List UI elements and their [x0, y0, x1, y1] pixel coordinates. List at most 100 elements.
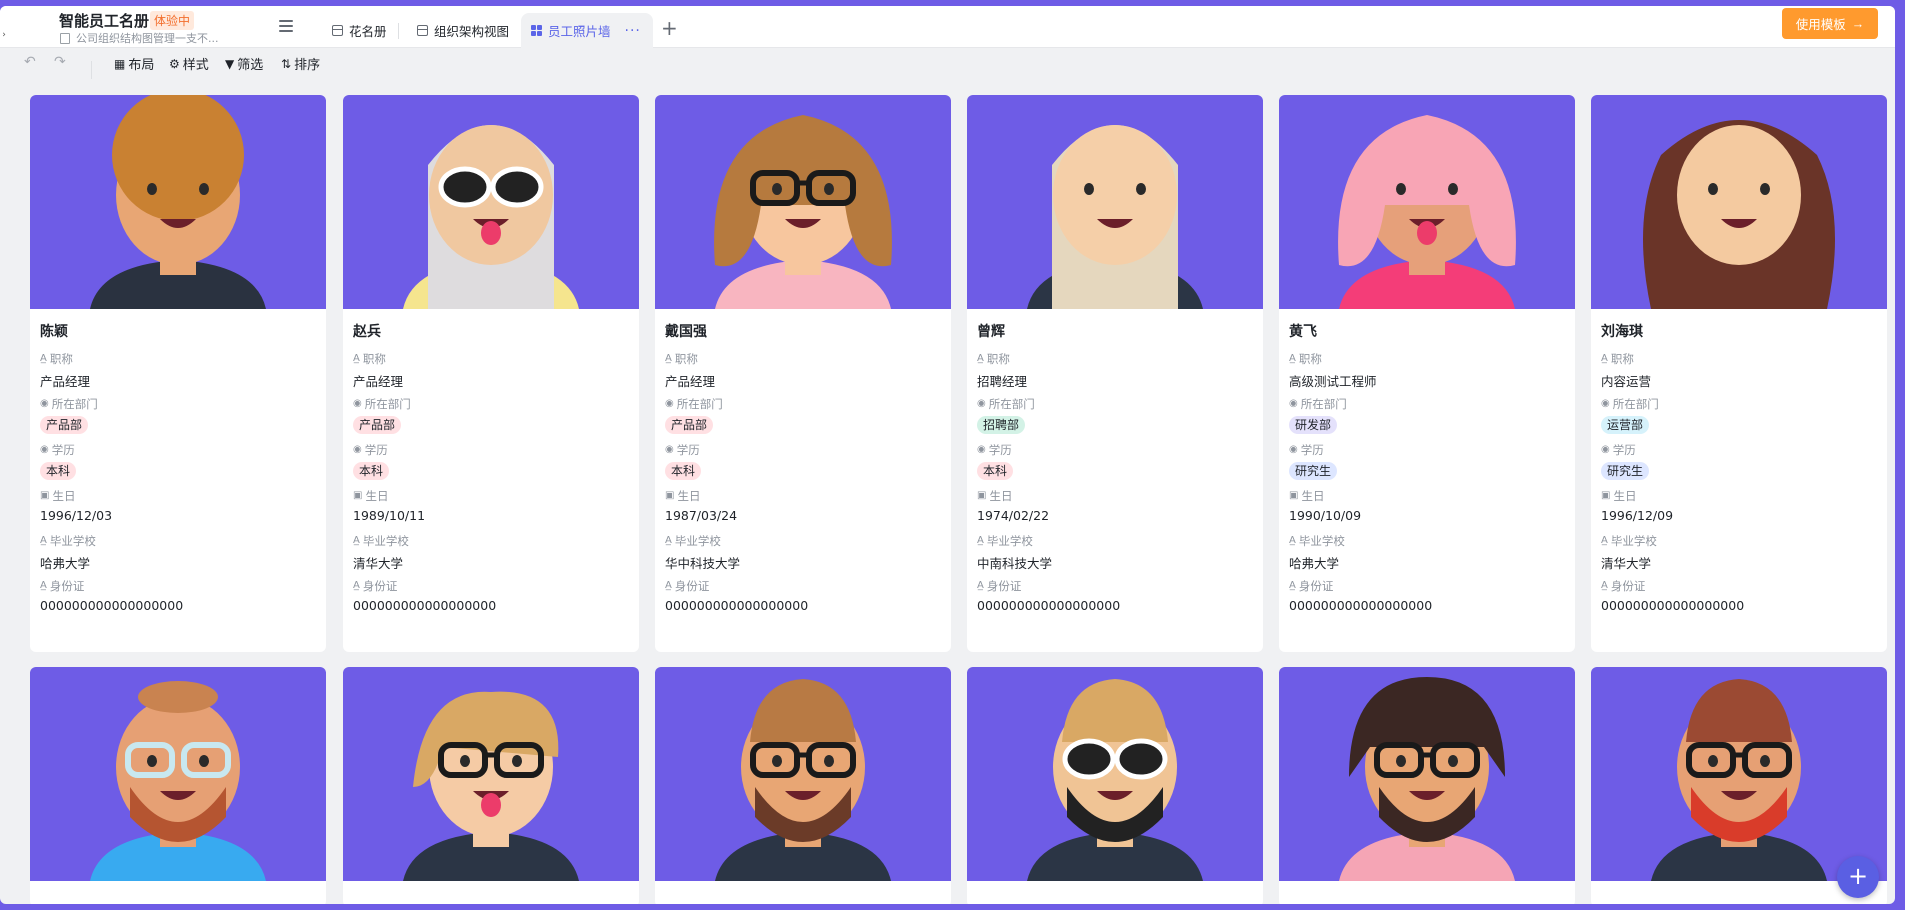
text-field-icon: A̲ [1289, 353, 1296, 364]
grid-view-icon [417, 25, 428, 36]
job-title-value: 高级测试工程师 [1289, 374, 1377, 389]
text-field-icon: A̲ [40, 353, 47, 364]
employee-card[interactable]: 陈颖 A̲ 职称 产品经理 ◉ 所在部门 产品部 ◉ 学历 本科 ▣ 生日 1996/1… [30, 95, 326, 652]
employee-name: 赵兵 [353, 324, 381, 340]
avatar [30, 95, 326, 309]
employee-card[interactable] [343, 667, 639, 904]
field-label-edu: ◉ 学历 [1601, 442, 1636, 457]
field-label-edu: ◉ 学历 [665, 442, 700, 457]
avatar [1591, 667, 1887, 881]
tab-divider [398, 23, 399, 39]
select-field-icon: ◉ [1601, 444, 1610, 455]
avatar [30, 667, 326, 881]
job-title-value: 产品经理 [665, 374, 716, 389]
employee-card[interactable]: 曾辉 A̲ 职称 招聘经理 ◉ 所在部门 招聘部 ◉ 学历 本科 ▣ 生日 1974/0… [967, 95, 1263, 652]
school-value: 华中科技大学 [665, 556, 741, 571]
avatar [967, 95, 1263, 309]
school-value: 哈弗大学 [1289, 556, 1340, 571]
text-field-icon: A̲ [353, 580, 360, 591]
tab-org-chart[interactable]: 组织架构视图 [407, 13, 519, 48]
birthday-value: 1996/12/09 [1601, 508, 1674, 523]
select-field-icon: ◉ [40, 444, 49, 455]
field-label-id: A̲ 身份证 [353, 578, 398, 593]
field-label-school: A̲ 毕业学校 [40, 533, 96, 548]
field-label-title: A̲ 职称 [353, 351, 386, 366]
sort-label: 排序 [294, 58, 321, 73]
employee-card[interactable] [655, 667, 951, 904]
birthday-value: 1974/02/22 [977, 508, 1050, 523]
employee-card[interactable] [967, 667, 1263, 904]
field-label-dept: ◉ 所在部门 [1289, 396, 1347, 411]
field-label-id: A̲ 身份证 [665, 578, 710, 593]
education-tag: 本科 [40, 462, 77, 480]
field-label-birth: ▣ 生日 [40, 488, 76, 503]
layout-button[interactable]: ▦ 布局 [114, 54, 154, 74]
sort-button[interactable]: ⇅ 排序 [281, 54, 321, 74]
dept-tag: 产品部 [665, 416, 714, 434]
employee-card[interactable] [30, 667, 326, 904]
calendar-icon: ▣ [353, 490, 363, 501]
style-button[interactable]: ⚙ 样式 [169, 54, 209, 74]
add-tab-button[interactable]: + [661, 16, 678, 40]
field-label-dept: ◉ 所在部门 [353, 396, 411, 411]
text-field-icon: A̲ [353, 535, 360, 546]
school-value: 清华大学 [1601, 556, 1652, 571]
filter-icon: ▼ [225, 56, 235, 71]
app-subtitle: 公司组织结构图管理一支不... [60, 30, 219, 46]
field-label-title: A̲ 职称 [977, 351, 1010, 366]
undo-icon[interactable]: ↶ [24, 54, 36, 70]
document-icon [60, 32, 70, 44]
trial-badge: 体验中 [150, 11, 195, 30]
redo-icon[interactable]: ↷ [54, 54, 66, 70]
filter-button[interactable]: ▼ 筛选 [225, 54, 264, 74]
dept-tag: 招聘部 [977, 416, 1026, 434]
education-tag: 本科 [353, 462, 390, 480]
field-label-birth: ▣ 生日 [665, 488, 701, 503]
education-tag: 本科 [665, 462, 702, 480]
select-field-icon: ◉ [1601, 398, 1610, 409]
id-number-value: 000000000000000000 [40, 598, 184, 613]
employee-card[interactable]: 黄飞 A̲ 职称 高级测试工程师 ◉ 所在部门 研发部 ◉ 学历 研究生 ▣ 生日 19… [1279, 95, 1575, 652]
text-field-icon: A̲ [1601, 580, 1608, 591]
employee-card[interactable]: 戴国强 A̲ 职称 产品经理 ◉ 所在部门 产品部 ◉ 学历 本科 ▣ 生日 1987/… [655, 95, 951, 652]
filter-label: 筛选 [237, 58, 264, 73]
use-template-button[interactable]: 使用模板 → [1782, 8, 1878, 39]
top-bar: 智能员工名册 体验中 公司组织结构图管理一支不... 花名册 组织架构视图 员工… [0, 6, 1895, 48]
employee-card[interactable]: 刘海琪 A̲ 职称 内容运营 ◉ 所在部门 运营部 ◉ 学历 研究生 ▣ 生日 1996… [1591, 95, 1887, 652]
expand-sidebar-handle[interactable]: › [0, 24, 8, 46]
select-field-icon: ◉ [977, 444, 986, 455]
employee-name: 刘海琪 [1601, 324, 1643, 340]
dept-tag: 产品部 [40, 416, 89, 434]
employee-card[interactable]: 赵兵 A̲ 职称 产品经理 ◉ 所在部门 产品部 ◉ 学历 本科 ▣ 生日 1989/1… [343, 95, 639, 652]
employee-card[interactable] [1279, 667, 1575, 904]
select-field-icon: ◉ [665, 444, 674, 455]
tab-label: 花名册 [349, 24, 387, 39]
avatar [655, 667, 951, 881]
birthday-value: 1990/10/09 [1289, 508, 1362, 523]
hamburger-menu-icon[interactable] [279, 20, 293, 32]
field-label-birth: ▣ 生日 [1289, 488, 1325, 503]
grid-view-icon [332, 25, 343, 36]
tab-photo-wall[interactable]: 员工照片墙 ··· [521, 13, 653, 48]
field-label-dept: ◉ 所在部门 [665, 396, 723, 411]
tab-more-icon[interactable]: ··· [625, 23, 641, 39]
field-label-dept: ◉ 所在部门 [1601, 396, 1659, 411]
job-title-value: 内容运营 [1601, 374, 1652, 389]
tab-roster[interactable]: 花名册 [322, 13, 397, 48]
toolbar-divider [91, 61, 92, 79]
field-label-school: A̲ 毕业学校 [1601, 533, 1657, 548]
education-tag: 本科 [977, 462, 1014, 480]
style-label: 样式 [182, 58, 209, 73]
avatar [1279, 95, 1575, 309]
id-number-value: 000000000000000000 [1289, 598, 1433, 613]
app-window: › 智能员工名册 体验中 公司组织结构图管理一支不... 花名册 组织架构视图 … [0, 6, 1895, 904]
field-label-title: A̲ 职称 [40, 351, 73, 366]
add-record-button[interactable]: + [1837, 856, 1879, 898]
arrow-right-icon: → [1851, 16, 1865, 31]
avatar [967, 667, 1263, 881]
school-value: 哈弗大学 [40, 556, 91, 571]
text-field-icon: A̲ [977, 353, 984, 364]
avatar [1591, 95, 1887, 309]
text-field-icon: A̲ [40, 535, 47, 546]
job-title-value: 产品经理 [40, 374, 91, 389]
